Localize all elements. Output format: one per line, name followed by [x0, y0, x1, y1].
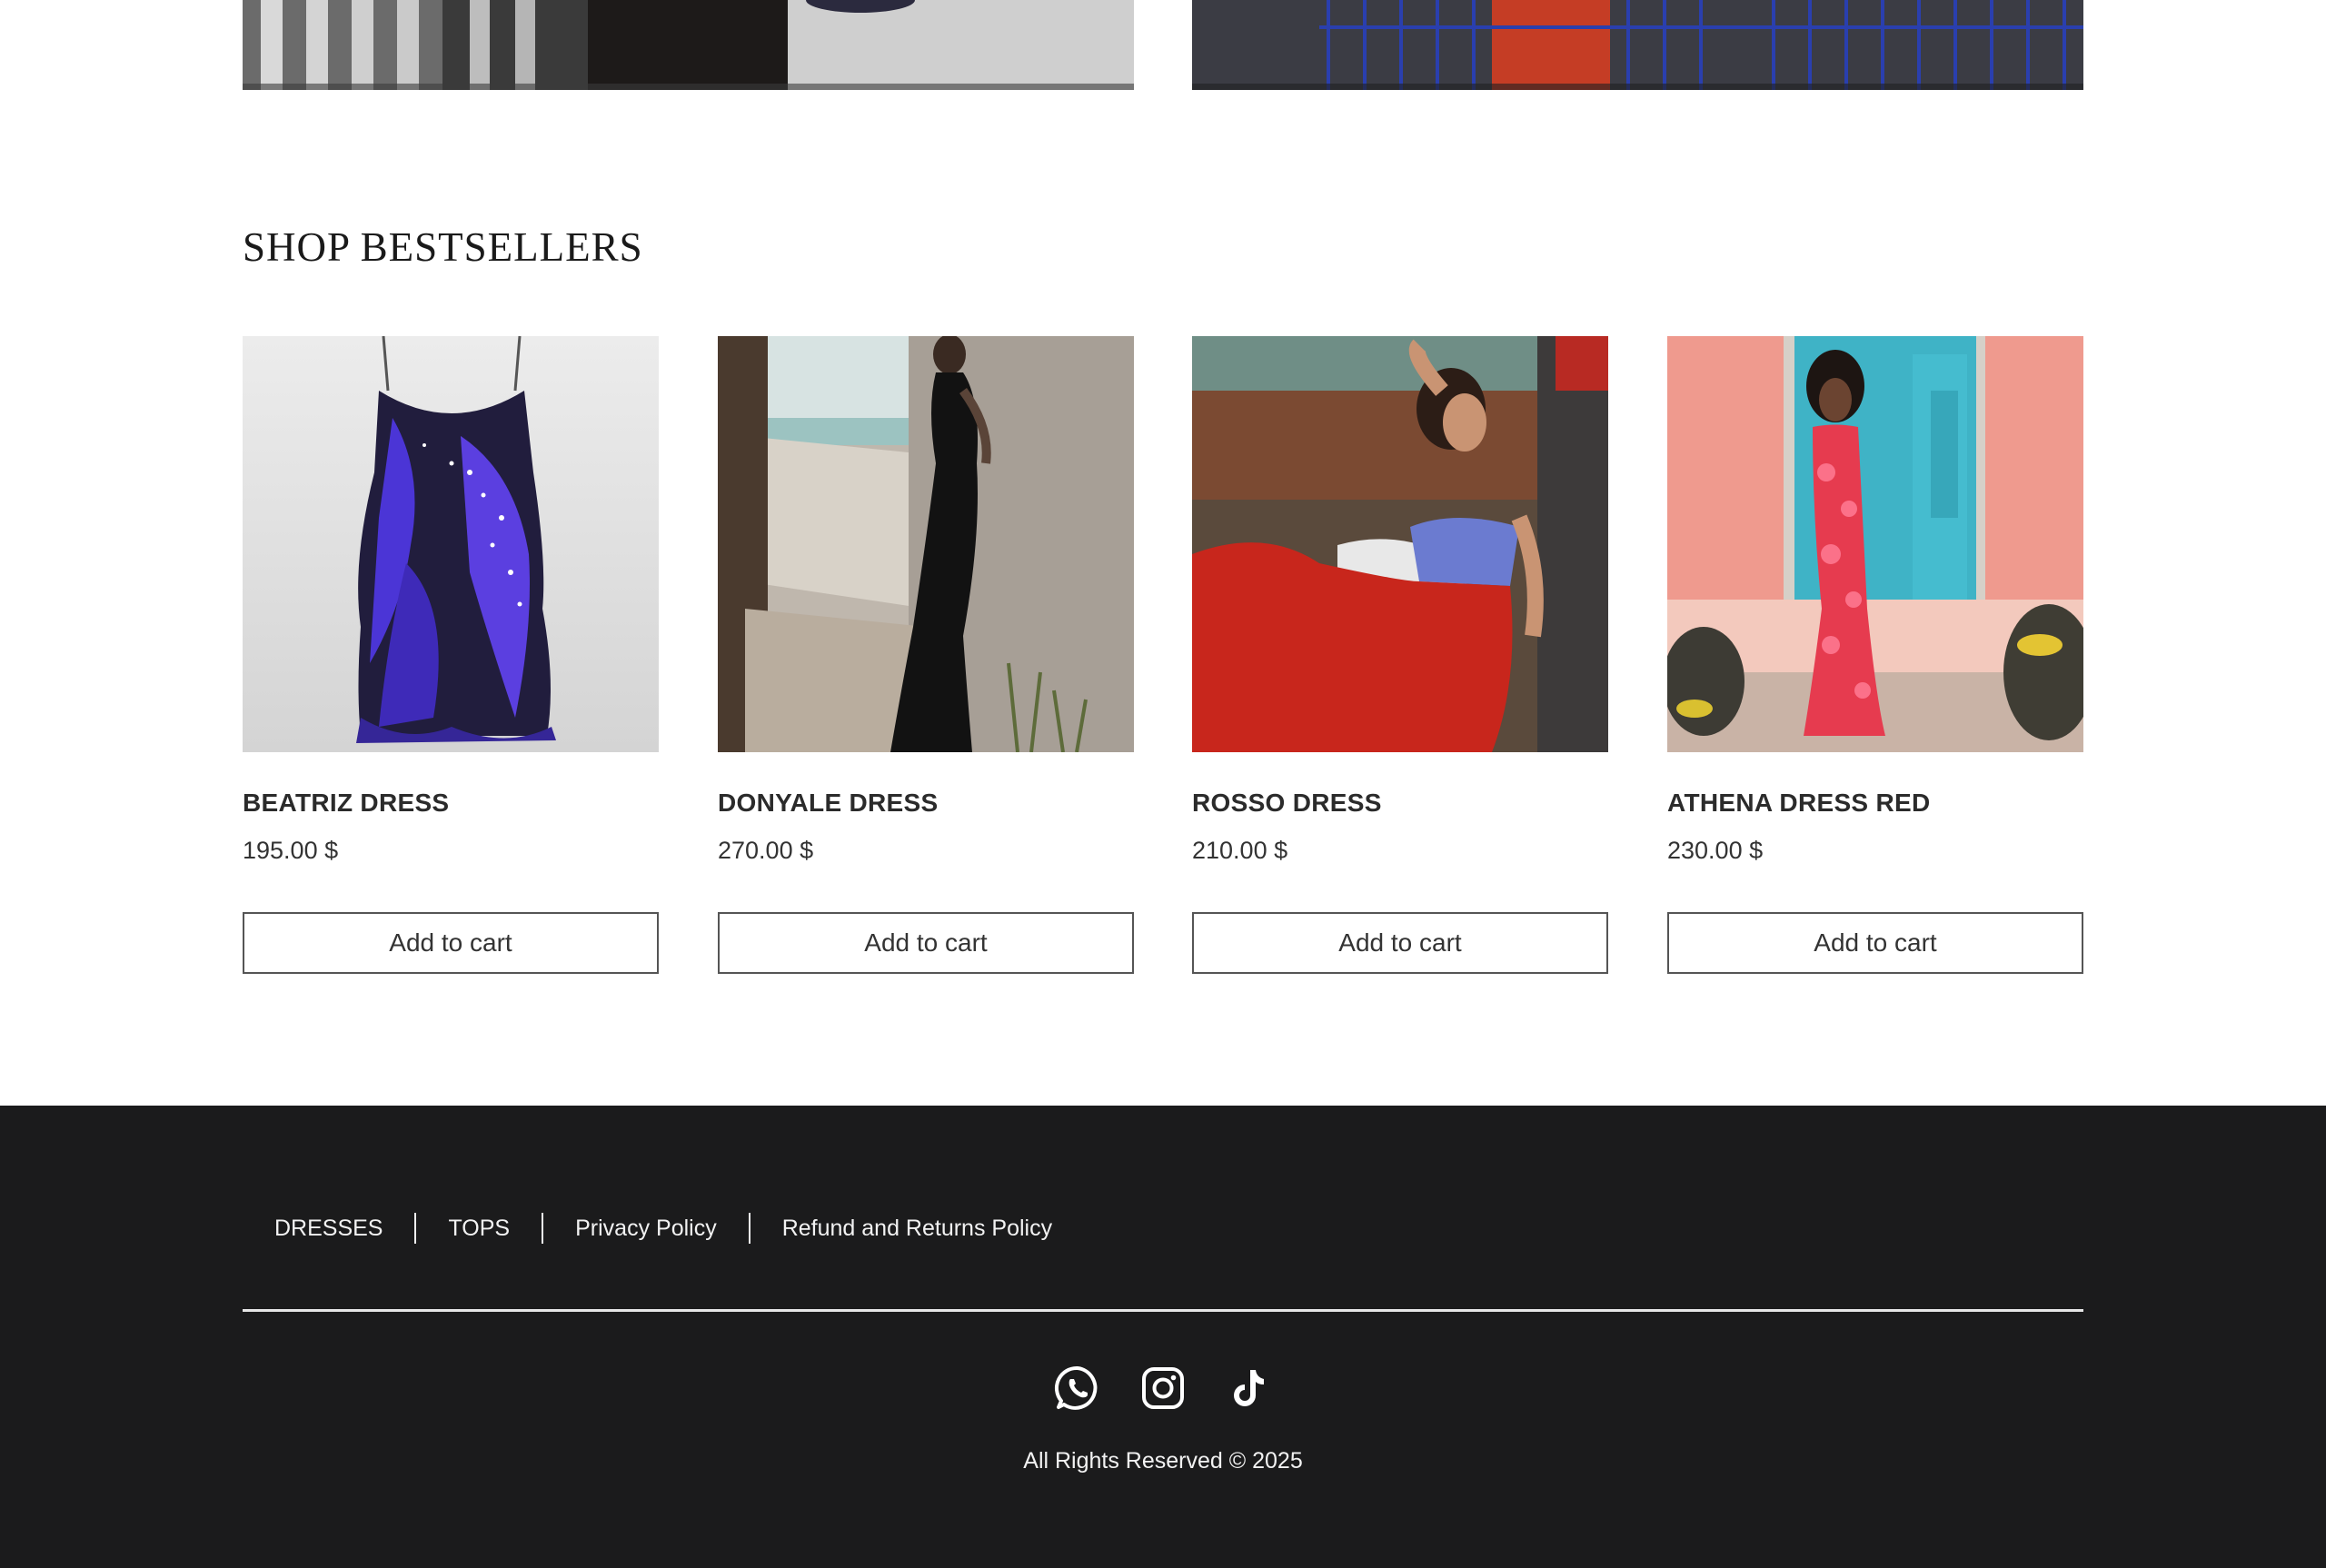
copyright-text: All Rights Reserved © 2025 — [1023, 1448, 1303, 1474]
product-price: 230.00 $ — [1667, 837, 1764, 864]
product-name[interactable]: BEATRIZ DRESS — [243, 789, 449, 818]
product-price: 270.00 $ — [718, 837, 814, 864]
add-to-cart-button[interactable]: Add to cart — [243, 912, 659, 974]
product-name[interactable]: ROSSO DRESS — [1192, 789, 1382, 818]
footer-link-refund-policy[interactable]: Refund and Returns Policy — [750, 1216, 1084, 1242]
product-card: DONYALE DRESS 270.00 $ Add to cart — [718, 336, 1134, 974]
hero-right-image — [1192, 0, 2083, 90]
product-photo-red-dress — [1192, 336, 1608, 752]
site-footer: DRESSES TOPS Privacy Policy Refund and R… — [0, 1106, 2326, 1568]
hero-banner-right[interactable] — [1192, 0, 2083, 90]
product-image[interactable] — [1192, 336, 1608, 752]
instagram-icon[interactable] — [1139, 1365, 1187, 1412]
product-name[interactable]: ATHENA DRESS RED — [1667, 789, 1931, 818]
product-card: ROSSO DRESS 210.00 $ Add to cart — [1192, 336, 1608, 974]
hero-banner-row — [243, 0, 2083, 90]
product-name[interactable]: DONYALE DRESS — [718, 789, 938, 818]
product-photo-black-dress — [718, 336, 1134, 752]
product-photo-purple-dress — [243, 336, 659, 752]
footer-divider — [243, 1309, 2083, 1312]
footer-link-tops[interactable]: TOPS — [416, 1216, 542, 1242]
footer-link-privacy-policy[interactable]: Privacy Policy — [543, 1216, 749, 1242]
product-grid: BEATRIZ DRESS 195.00 $ Add to cart DONYA… — [243, 336, 2083, 974]
footer-link-dresses[interactable]: DRESSES — [243, 1216, 414, 1242]
footer-nav: DRESSES TOPS Privacy Policy Refund and R… — [243, 1192, 1084, 1265]
product-card: ATHENA DRESS RED 230.00 $ Add to cart — [1667, 336, 2083, 974]
product-price: 195.00 $ — [243, 837, 339, 864]
section-title: SHOP BESTSELLERS — [243, 224, 643, 270]
product-photo-floral-dress — [1667, 336, 2083, 752]
product-image[interactable] — [1667, 336, 2083, 752]
add-to-cart-button[interactable]: Add to cart — [718, 912, 1134, 974]
product-image[interactable] — [243, 336, 659, 752]
hero-banner-left[interactable] — [243, 0, 1134, 90]
product-image[interactable] — [718, 336, 1134, 752]
hero-left-image — [243, 0, 1134, 90]
add-to-cart-button[interactable]: Add to cart — [1667, 912, 2083, 974]
whatsapp-icon[interactable] — [1054, 1365, 1101, 1412]
social-links — [0, 1365, 2326, 1412]
add-to-cart-button[interactable]: Add to cart — [1192, 912, 1608, 974]
product-price: 210.00 $ — [1192, 837, 1288, 864]
product-card: BEATRIZ DRESS 195.00 $ Add to cart — [243, 336, 659, 974]
tiktok-icon[interactable] — [1225, 1365, 1272, 1412]
